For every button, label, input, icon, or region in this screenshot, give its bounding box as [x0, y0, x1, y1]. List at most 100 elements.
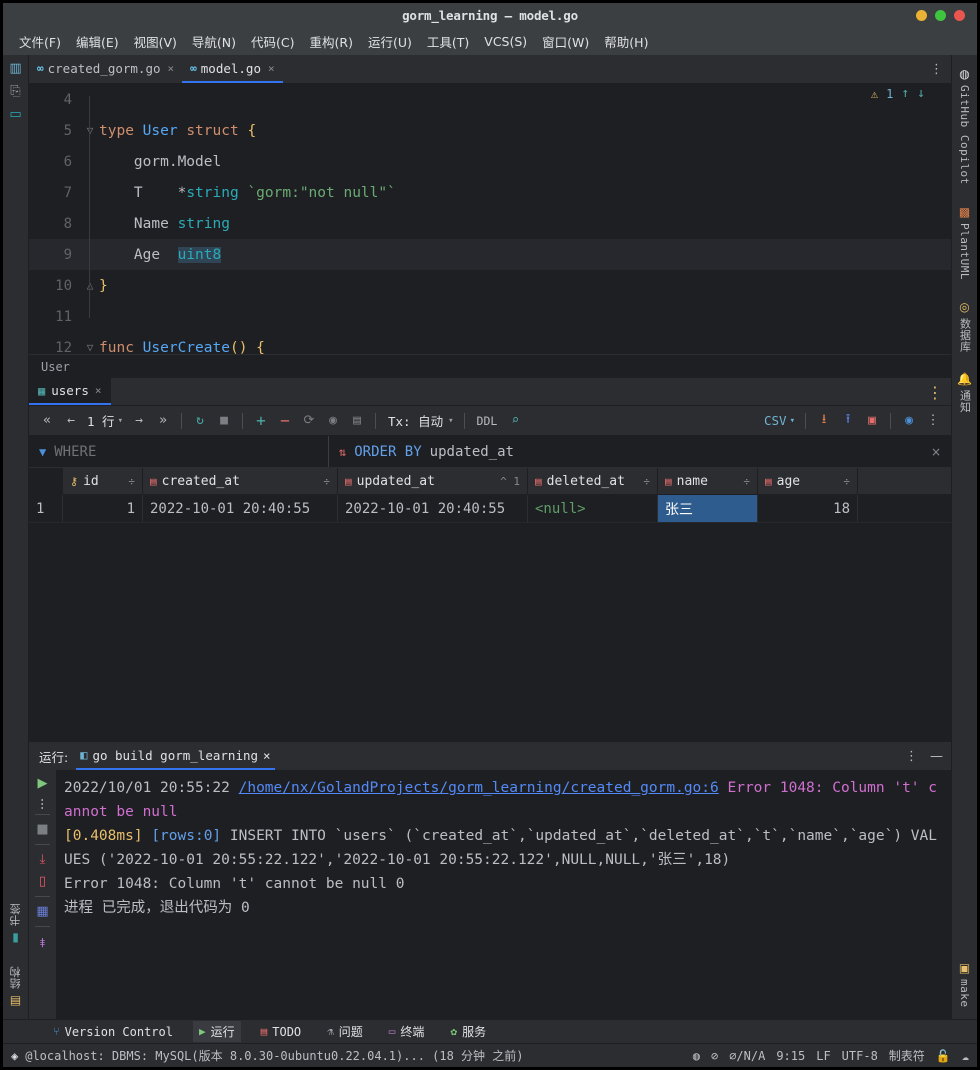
grid-column-header-deleted_at[interactable]: ▤ deleted_at ÷ [528, 468, 658, 494]
sidebar-item-github-copilot[interactable]: ◍ GitHub Copilot [958, 61, 971, 191]
commit-icon[interactable]: ⎘ [10, 84, 20, 99]
next-problem-icon[interactable]: ↓ [917, 86, 925, 101]
menu-edit[interactable]: 编辑(E) [70, 30, 125, 53]
table-cell-deleted_at[interactable]: <null> [528, 495, 658, 522]
menu-vcs[interactable]: VCS(S) [478, 32, 533, 51]
cloud-icon[interactable]: ☁ [962, 1049, 969, 1063]
run-panel-minimize-icon[interactable]: — [930, 749, 943, 764]
status-indent[interactable]: 制表符 [889, 1047, 925, 1064]
grid-column-header-name[interactable]: ▤ name ÷ [658, 468, 758, 494]
menu-refactor[interactable]: 重构(R) [304, 30, 359, 53]
db-tab-kebab-icon[interactable]: ⋮ [927, 378, 943, 406]
column-sort-indicator[interactable]: ÷ [743, 475, 750, 488]
menu-window[interactable]: 窗口(W) [536, 30, 595, 53]
console-output[interactable]: 2022/10/01 20:55:22 /home/nx/GolandProje… [56, 770, 951, 1019]
table-cell-updated_at[interactable]: 2022-10-01 20:40:55 [338, 495, 528, 522]
search-icon[interactable]: ⌕ [503, 409, 527, 433]
layout-icon[interactable]: ▦ [36, 904, 48, 919]
upload-icon[interactable]: ⭱ [836, 409, 860, 433]
ddl-button[interactable]: DDL [471, 414, 504, 428]
table-cell-age[interactable]: 18 [758, 495, 858, 522]
grid-column-header-created_at[interactable]: ▤ created_at ÷ [143, 468, 338, 494]
pin-icon[interactable]: ⯒ [40, 934, 46, 956]
tool-window-todo[interactable]: ▤ TODO [255, 1023, 308, 1041]
trash-icon[interactable]: ▯ [39, 874, 46, 889]
first-page-button[interactable]: « [35, 409, 59, 433]
menu-tools[interactable]: 工具(T) [421, 30, 475, 53]
column-sort-indicator[interactable]: ÷ [323, 475, 330, 488]
stop-icon[interactable]: ■ [36, 822, 48, 837]
status-memory[interactable]: ∅/N/A [729, 1049, 765, 1063]
tool-window-terminal[interactable]: ▭ 终端 [383, 1021, 431, 1042]
column-sort-indicator[interactable]: ÷ [128, 475, 135, 488]
sidebar-item-plantuml[interactable]: ▩ PlantUML [958, 199, 971, 286]
revert-button[interactable]: ⟳ [297, 409, 321, 433]
tool-window-problems[interactable]: ⚗ 问题 [321, 1021, 369, 1042]
fold-marker-icon[interactable]: △ [81, 279, 99, 292]
menu-run[interactable]: 运行(U) [362, 30, 418, 53]
transaction-mode-selector[interactable]: Tx: 自动 ▾ [382, 411, 458, 430]
stop-button[interactable]: ■ [212, 409, 236, 433]
breadcrumb[interactable]: User [29, 354, 951, 378]
sidebar-item-make[interactable]: ▣ make [958, 955, 971, 1014]
rerun-icon[interactable]: ▶ [38, 776, 48, 791]
tool-window-run[interactable]: ▶ 运行 [192, 1021, 241, 1042]
open-in-editor-icon[interactable]: ▣ [860, 409, 884, 433]
sidebar-item-structure[interactable]: 结构 ▤ [8, 960, 24, 1013]
menu-help[interactable]: 帮助(H) [598, 30, 654, 53]
row-count-selector[interactable]: 1 行 ▾ [83, 411, 127, 430]
download-icon[interactable]: ⭳ [812, 409, 836, 433]
editor-tabs-kebab-icon[interactable]: ⋮ [930, 55, 943, 84]
tool-window-services[interactable]: ✿ 服务 [444, 1021, 492, 1042]
table-cell-created_at[interactable]: 2022-10-01 20:40:55 [143, 495, 338, 522]
tab-close-icon[interactable]: × [168, 62, 175, 75]
run-panel-more-icon[interactable]: ⋮ [905, 749, 918, 764]
code-editor[interactable]: ⚠ 1 ↑ ↓ 4 5 ▽ type User struct {6 gorm.Mode… [29, 84, 951, 354]
run-tab-close-icon[interactable]: × [263, 748, 271, 763]
tab-created-gorm-go[interactable]: ∞ created_gorm.go × [29, 55, 182, 83]
grid-body[interactable]: 1 1 2022-10-01 20:40:55 2022-10-01 20:40:55… [29, 495, 951, 741]
grid-column-header-id[interactable]: ⚷ id ÷ [63, 468, 143, 494]
menu-navigate[interactable]: 导航(N) [186, 30, 242, 53]
order-by-field[interactable]: ⇅ ORDER BY updated_at [329, 436, 951, 467]
copilot-status-icon[interactable]: ◍ [693, 1049, 700, 1063]
db-tab-users[interactable]: ▦ users × [29, 378, 111, 405]
tab-model-go[interactable]: ∞ model.go × [182, 55, 283, 83]
next-page-button[interactable]: → [127, 409, 151, 433]
menu-view[interactable]: 视图(V) [128, 30, 183, 53]
commit-button[interactable]: ▤ [345, 409, 369, 433]
column-sort-indicator[interactable]: ÷ [843, 475, 850, 488]
column-sort-indicator[interactable]: ÷ [643, 475, 650, 488]
export-format-selector[interactable]: CSV ▾ [760, 413, 799, 428]
preview-button[interactable]: ◉ [321, 409, 345, 433]
fold-marker-icon[interactable]: ▽ [81, 124, 99, 137]
grid-column-header-age[interactable]: ▤ age ÷ [758, 468, 858, 494]
eye-icon[interactable]: ◉ [897, 409, 921, 433]
refresh-button[interactable]: ↻ [188, 409, 212, 433]
sidebar-item-notifications[interactable]: 🔔 通知 [957, 366, 973, 419]
prev-page-button[interactable]: ← [59, 409, 83, 433]
table-cell-id[interactable]: 1 [63, 495, 143, 522]
maximize-button[interactable] [935, 10, 946, 21]
where-filter-field[interactable]: ▼ WHERE [29, 436, 329, 467]
fold-marker-icon[interactable]: ▽ [81, 341, 99, 354]
run-more-icon[interactable]: ⋯ [36, 798, 50, 807]
grid-column-header-updated_at[interactable]: ▤ updated_at ^ 1 [338, 468, 528, 494]
db-tab-close-icon[interactable]: × [95, 384, 102, 397]
table-cell-name[interactable]: 张三 [658, 495, 758, 522]
run-configuration-tab[interactable]: ◧ go build gorm_learning × [76, 742, 275, 770]
add-row-button[interactable]: + [249, 409, 273, 433]
no-entry-icon[interactable]: ⊘ [711, 1049, 718, 1063]
last-page-button[interactable]: » [151, 409, 175, 433]
status-line-separator[interactable]: LF [816, 1049, 830, 1063]
project-icon[interactable]: ▥ [9, 61, 21, 76]
minimize-button[interactable] [916, 10, 927, 21]
status-encoding[interactable]: UTF-8 [842, 1049, 878, 1063]
tool-window-version-control[interactable]: ⑂ Version Control [47, 1023, 179, 1041]
sidebar-item-bookmarks[interactable]: 书签 ▮ [8, 897, 24, 950]
prev-problem-icon[interactable]: ↑ [901, 86, 909, 101]
menu-code[interactable]: 代码(C) [245, 30, 300, 53]
close-button[interactable] [954, 10, 965, 21]
lock-icon[interactable]: 🔓 [936, 1049, 951, 1063]
filter-close-icon[interactable]: × [931, 436, 941, 468]
